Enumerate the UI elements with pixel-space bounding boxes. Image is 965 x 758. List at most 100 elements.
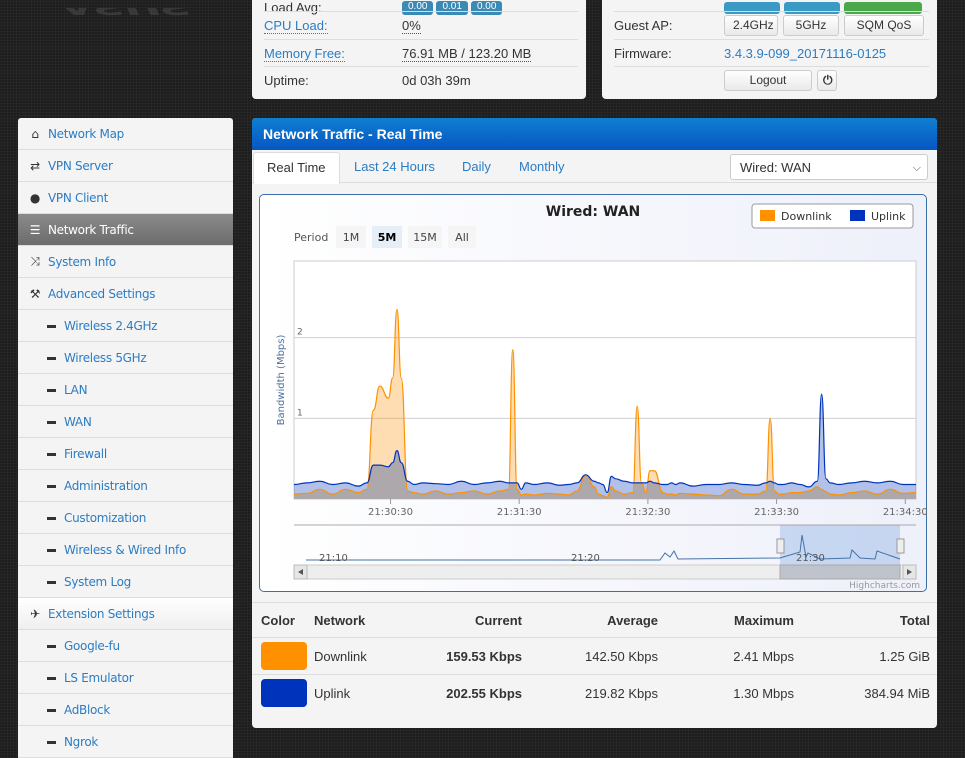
sidebar-item-wireless-wired-info[interactable]: Wireless & Wired Info <box>18 534 233 566</box>
dash-icon <box>46 383 56 397</box>
tab-daily[interactable]: Daily <box>449 152 504 182</box>
sidebar-item-label: Customization <box>64 510 147 525</box>
chevron-down-icon: ⌵ <box>912 162 921 174</box>
chart-title: Wired: WAN <box>546 204 641 220</box>
col-average: Average <box>607 612 658 628</box>
interface-select[interactable]: Wired: WAN ⌵ <box>730 154 928 180</box>
legend-downlink[interactable]: Downlink <box>781 210 832 223</box>
sidebar-item-ls-emulator[interactable]: LS Emulator <box>18 662 233 694</box>
y-tick-label: 1 <box>297 408 303 418</box>
guest-ap-5ghz-button[interactable]: 5GHz <box>783 15 839 36</box>
guest-ap-row: Guest AP: 2.4GHz 5GHz SQM QoS <box>614 11 929 39</box>
chart-svg: Wired: WAN Period 1M 5M 15M All Downlink Up… <box>276 203 928 591</box>
sidebar-item-wan[interactable]: WAN <box>18 406 233 438</box>
period-button-all[interactable]: All <box>448 226 476 248</box>
sidebar-item-system-log[interactable]: System Log <box>18 566 233 598</box>
highcharts-credit[interactable]: Highcharts.com <box>849 581 920 591</box>
sidebar-item-advanced-settings[interactable]: ⚒ Advanced Settings <box>18 278 233 310</box>
legend-uplink[interactable]: Uplink <box>871 210 906 223</box>
firmware-version-link[interactable]: 3.4.3.9-099_20171116-0125 <box>724 46 886 61</box>
sidebar-item-network-map[interactable]: ⌂ Network Map <box>18 118 233 150</box>
legend: Downlink Uplink <box>751 203 914 229</box>
sidebar-item-wireless-2-4ghz[interactable]: Wireless 2.4GHz <box>18 310 233 342</box>
navigator-handle-right[interactable] <box>896 538 905 554</box>
row-maximum: 2.41 Mbps <box>733 648 794 664</box>
sidebar-item-google-fu[interactable]: Google-fu <box>18 630 233 662</box>
navigator[interactable]: 21:10 21:20 21:30 <box>293 524 917 580</box>
power-button[interactable]: ⏻ <box>817 70 837 91</box>
navigator-tick-label: 21:20 <box>571 553 600 564</box>
system-status-panel: Load Avg: 0.00 0.01 0.00 CPU Load: 0% Me… <box>252 0 586 99</box>
sidebar-item-lan[interactable]: LAN <box>18 374 233 406</box>
sidebar-item-label: Firewall <box>64 446 107 461</box>
sqm-qos-button[interactable]: SQM QoS <box>844 15 924 36</box>
guest-ap-24ghz-button[interactable]: 2.4GHz <box>724 15 778 36</box>
row-maximum: 1.30 Mbps <box>733 685 794 701</box>
tab-last-24-hours[interactable]: Last 24 Hours <box>341 152 448 182</box>
sidebar-item-vpn-server[interactable]: ⇄ VPN Server <box>18 150 233 182</box>
dash-icon <box>46 511 56 525</box>
interface-select-value: Wired: WAN <box>740 160 812 175</box>
cpu-load-link[interactable]: CPU Load: <box>264 18 328 34</box>
x-tick-label: 21:33:30 <box>754 507 799 518</box>
guest-ap-label: Guest AP: <box>614 18 673 33</box>
list-icon: ☰ <box>29 222 41 237</box>
memory-free-link[interactable]: Memory Free: <box>264 46 345 62</box>
sidebar-item-ngrok[interactable]: Ngrok <box>18 726 233 758</box>
cpu-load-value: 0% <box>402 17 421 34</box>
power-icon: ⏻ <box>823 73 833 87</box>
col-color: Color <box>261 612 295 628</box>
sidebar-item-vpn-client[interactable]: ● VPN Client <box>18 182 233 214</box>
x-tick-label: 21:32:30 <box>625 507 670 518</box>
dash-icon <box>46 575 56 589</box>
navigator-handle-left[interactable] <box>776 538 785 554</box>
y-axis-title: Bandwidth (Mbps) <box>276 335 287 426</box>
sidebar-nav: ⌂ Network Map ⇄ VPN Server ● VPN Client ☰ Netwo… <box>18 118 233 758</box>
y-tick-label: 2 <box>297 328 303 338</box>
sidebar-item-network-traffic[interactable]: ☰ Network Traffic <box>18 214 233 246</box>
sidebar-item-label: LAN <box>64 382 88 397</box>
cpu-row: CPU Load: 0% <box>264 11 578 39</box>
sidebar-item-label: VPN Client <box>48 190 108 205</box>
navigator-tick-label: 21:10 <box>319 553 348 564</box>
router-status-panel: Guest AP: 2.4GHz 5GHz SQM QoS Firmware: … <box>602 0 937 99</box>
table-row: Uplink 202.55 Kbps 219.82 Kbps 1.30 Mbps… <box>252 674 937 711</box>
period-button-label: 5M <box>378 231 397 244</box>
logo-reflection: ASUS <box>58 8 200 16</box>
retweet-icon: ⇄ <box>30 158 40 173</box>
row-average: 219.82 Kbps <box>584 685 658 701</box>
sidebar-item-adblock[interactable]: AdBlock <box>18 694 233 726</box>
row-current: 159.53 Kbps <box>446 648 522 664</box>
row-current: 202.55 Kbps <box>446 685 522 701</box>
dash-icon <box>46 639 56 653</box>
plane-icon: ✈ <box>30 606 40 621</box>
sidebar-item-administration[interactable]: Administration <box>18 470 233 502</box>
row-network: Uplink <box>314 685 351 701</box>
panel-title: Network Traffic - Real Time <box>252 118 937 150</box>
tab-monthly[interactable]: Monthly <box>506 152 578 182</box>
sidebar-item-extension-settings[interactable]: ✈ Extension Settings <box>18 598 233 630</box>
logout-button[interactable]: Logout <box>724 70 812 91</box>
sidebar-item-system-info[interactable]: ⤨ System Info <box>18 246 233 278</box>
tab-real-time[interactable]: Real Time <box>253 152 340 184</box>
sidebar-item-firewall[interactable]: Firewall <box>18 438 233 470</box>
period-button-15m[interactable]: 15M <box>408 226 442 248</box>
wrench-icon: ⚒ <box>29 286 41 301</box>
sidebar-item-wireless-5ghz[interactable]: Wireless 5GHz <box>18 342 233 374</box>
sidebar-item-customization[interactable]: Customization <box>18 502 233 534</box>
firmware-row: Firmware: 3.4.3.9-099_20171116-0125 <box>614 39 929 67</box>
period-button-1m[interactable]: 1M <box>336 226 366 248</box>
dash-icon <box>46 735 56 749</box>
sidebar-item-label: VPN Server <box>48 158 113 173</box>
period-button-5m[interactable]: 5M <box>372 226 402 248</box>
period-label: Period <box>294 231 328 244</box>
sidebar-item-label: WAN <box>64 414 92 429</box>
navigator-tick-label: 21:30 <box>796 553 825 564</box>
sidebar-item-label: AdBlock <box>64 702 110 717</box>
legend-swatch-uplink <box>850 210 865 221</box>
dash-icon <box>46 479 56 493</box>
sidebar-item-label: System Log <box>64 574 131 589</box>
period-button-label: 1M <box>343 231 360 244</box>
scrollbar-thumb[interactable] <box>779 564 901 580</box>
sidebar-item-label: Ngrok <box>64 734 99 749</box>
